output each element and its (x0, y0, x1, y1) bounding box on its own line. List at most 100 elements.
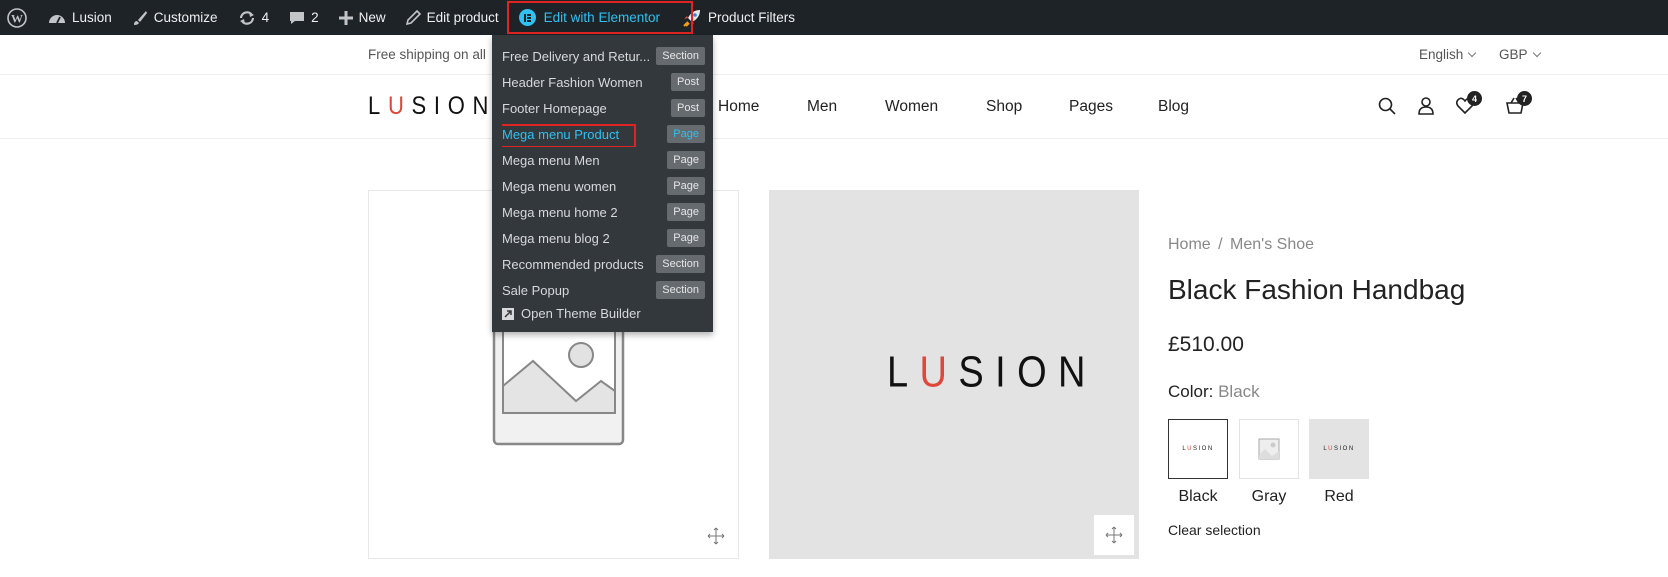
color-label: Color: Black (1168, 382, 1260, 402)
site-header: LUSION Home Men Women Shop Pages Blog 4 … (0, 75, 1668, 139)
open-theme-builder-link[interactable]: Open Theme Builder (502, 306, 641, 321)
svg-text:W: W (11, 11, 23, 25)
dropdown-item[interactable]: Footer Homepage Post (502, 97, 705, 121)
edit-product-label: Edit product (426, 10, 499, 25)
comments-count: 2 (311, 10, 319, 25)
dropdown-item-active[interactable]: Mega menu Product Page (502, 123, 705, 147)
dropdown-item[interactable]: Sale Popup Section (502, 279, 705, 303)
dropdown-item[interactable]: Mega menu Men Page (502, 149, 705, 173)
wishlist-icon[interactable]: 4 (1455, 91, 1482, 119)
swatch-black[interactable]: LUSION (1168, 419, 1228, 479)
comment-icon (290, 11, 305, 24)
open-theme-builder-label: Open Theme Builder (521, 306, 641, 321)
pencil-icon (405, 10, 421, 25)
dashboard-icon (49, 14, 65, 23)
plus-icon (338, 10, 353, 25)
dropdown-item-tag: Page (667, 229, 705, 247)
nav-shop[interactable]: Shop (986, 98, 1022, 116)
dropdown-item-tag: Section (656, 255, 705, 273)
breadcrumb-category[interactable]: Men's Shoe (1230, 236, 1314, 253)
color-selected-value: Black (1218, 382, 1260, 401)
admin-bar: W Lusion Customize 4 2 New Edit product … (0, 0, 1668, 35)
breadcrumb-separator: / (1218, 236, 1223, 253)
external-link-icon (502, 307, 514, 320)
dropdown-item-label: Mega menu home 2 (502, 205, 618, 220)
product-filters-link[interactable]: Product Filters (670, 0, 805, 35)
dropdown-item-tag: Page (667, 151, 705, 169)
dropdown-item-tag: Section (656, 281, 705, 299)
swatch-gray[interactable] (1239, 419, 1299, 479)
dropdown-item[interactable]: Mega menu women Page (502, 175, 705, 199)
nav-blog[interactable]: Blog (1158, 98, 1189, 116)
edit-with-elementor-link[interactable]: Edit with Elementor (506, 0, 693, 35)
currency-label: GBP (1499, 47, 1528, 62)
dropdown-item[interactable]: Mega menu home 2 Page (502, 201, 705, 225)
updates-icon (239, 10, 254, 25)
color-label-text: Color: (1168, 382, 1214, 401)
nav-men[interactable]: Men (807, 98, 837, 116)
shipping-notice: Free shipping on all (368, 47, 486, 62)
swatch-logo: LUSION (1182, 446, 1214, 452)
wishlist-count-badge: 4 (1467, 91, 1482, 106)
cart-count-badge: 7 (1517, 91, 1532, 106)
product-title: Black Fashion Handbag (1168, 274, 1466, 305)
chevron-down-icon (1532, 48, 1541, 58)
move-arrows-icon (1105, 526, 1123, 544)
dropdown-item-tag: Post (670, 73, 705, 91)
dropdown-item-tag: Page (667, 125, 705, 143)
image-placeholder-icon (1258, 438, 1280, 460)
dropdown-item-label: Footer Homepage (502, 101, 607, 116)
swatch-red[interactable]: LUSION (1309, 419, 1369, 479)
currency-switcher[interactable]: GBP (1499, 47, 1541, 62)
dropdown-item[interactable]: Header Fashion Women Post (502, 71, 705, 95)
swatch-label: Red (1324, 488, 1354, 505)
product-main-image[interactable]: LUSION (769, 190, 1139, 559)
dropdown-item[interactable]: Free Delivery and Retur... Section (502, 45, 705, 69)
nav-home[interactable]: Home (718, 98, 759, 116)
customize-link[interactable]: Customize (122, 0, 228, 35)
dropdown-item-label: Mega menu Men (502, 153, 600, 168)
dropdown-item-label: Mega menu Product (502, 127, 620, 142)
zoom-button[interactable] (1094, 515, 1134, 555)
rocket-icon (683, 9, 700, 27)
site-name-link[interactable]: Lusion (38, 0, 122, 35)
language-label: English (1419, 47, 1464, 62)
dropdown-item[interactable]: Mega menu blog 2 Page (502, 227, 705, 251)
swatch-label: Gray (1251, 488, 1287, 505)
brush-icon (133, 10, 147, 25)
edit-elementor-label: Edit with Elementor (543, 10, 660, 25)
search-icon[interactable] (1378, 97, 1396, 120)
dropdown-item[interactable]: Recommended products Section (502, 253, 705, 277)
edit-product-link[interactable]: Edit product (396, 0, 509, 35)
product-price: £510.00 (1168, 333, 1244, 356)
dropdown-item-label: Mega menu women (502, 179, 617, 194)
zoom-button[interactable] (696, 516, 736, 556)
dropdown-item-label: Free Delivery and Retur... (502, 49, 651, 64)
updates-count: 4 (261, 10, 270, 25)
swatch-label: Black (1178, 488, 1218, 505)
top-bar: Free shipping on all English GBP (0, 35, 1668, 75)
cart-icon[interactable]: 7 (1506, 91, 1532, 119)
dropdown-item-label: Recommended products (502, 257, 644, 272)
product-filters-label: Product Filters (707, 10, 796, 25)
dropdown-item-tag: Section (656, 47, 705, 65)
new-content-link[interactable]: New (329, 0, 396, 35)
move-arrows-icon (707, 527, 725, 545)
account-icon[interactable] (1418, 97, 1434, 120)
updates-link[interactable]: 4 (228, 0, 280, 35)
dropdown-item-tag: Post (670, 99, 705, 117)
swatch-logo: LUSION (1323, 446, 1355, 452)
wordpress-logo-icon[interactable]: W (2, 0, 38, 35)
new-label: New (358, 10, 386, 25)
language-switcher[interactable]: English (1419, 47, 1477, 62)
comments-link[interactable]: 2 (279, 0, 329, 35)
elementor-dropdown-menu: Free Delivery and Retur... Section Header… (492, 35, 713, 332)
breadcrumb-home[interactable]: Home (1168, 236, 1211, 253)
nav-pages[interactable]: Pages (1069, 98, 1113, 116)
clear-selection-link[interactable]: Clear selection (1168, 522, 1261, 538)
nav-women[interactable]: Women (885, 98, 938, 116)
site-name-label: Lusion (72, 10, 112, 25)
site-logo[interactable]: LUSION (368, 91, 496, 121)
dropdown-item-label: Header Fashion Women (502, 75, 643, 90)
breadcrumb: Home / Men's Shoe (1168, 236, 1314, 254)
